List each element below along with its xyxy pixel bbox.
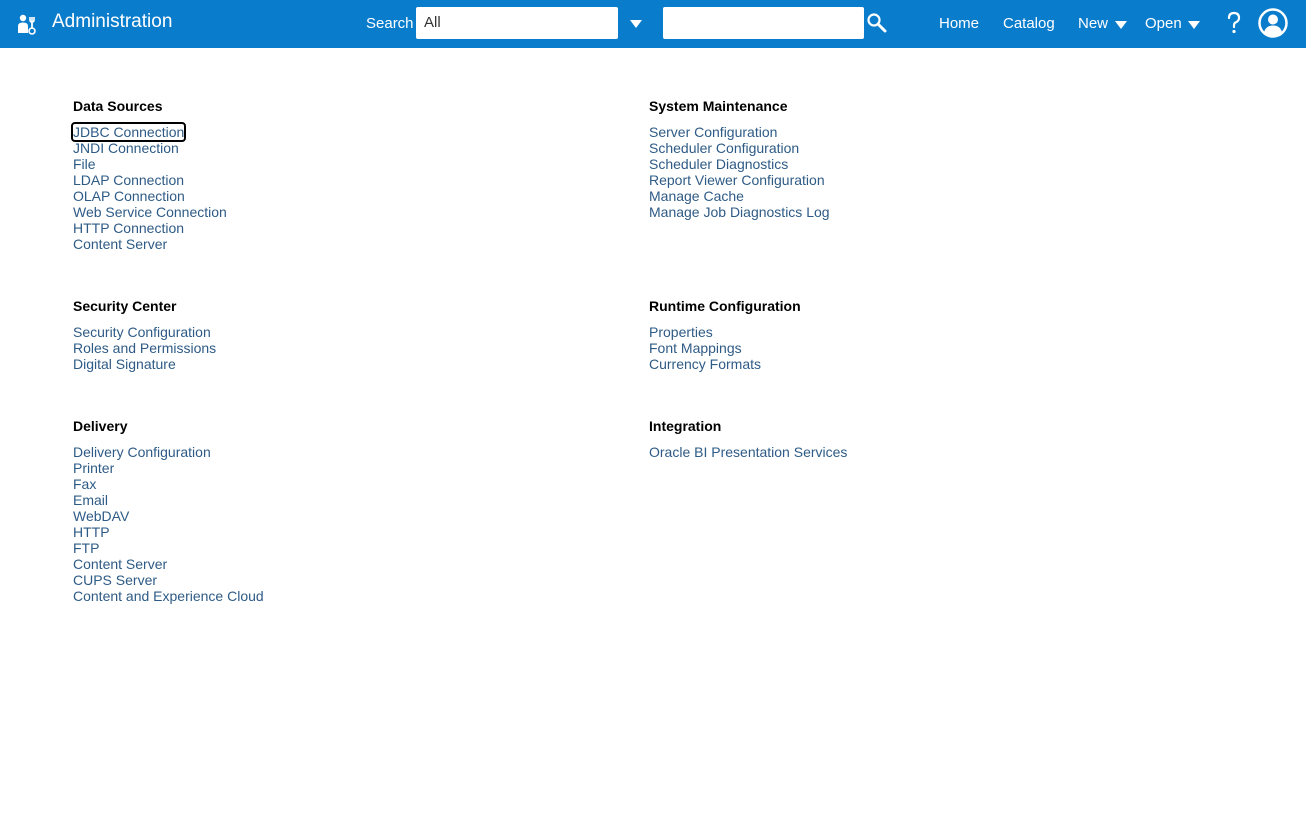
link-olap-connection[interactable]: OLAP Connection	[73, 188, 185, 204]
section-heading: Runtime Configuration	[649, 298, 801, 314]
nav-open[interactable]: Open	[1145, 16, 1182, 32]
link-oracle-bi-presentation-services[interactable]: Oracle BI Presentation Services	[649, 444, 847, 460]
link-fax[interactable]: Fax	[73, 476, 96, 492]
link-content-server[interactable]: Content Server	[73, 236, 167, 252]
link-server-configuration[interactable]: Server Configuration	[649, 124, 777, 140]
section-data-sources: Data Sources JDBC Connection JNDI Connec…	[70, 98, 593, 252]
link-http-connection[interactable]: HTTP Connection	[73, 220, 184, 236]
link-ldap-connection[interactable]: LDAP Connection	[73, 172, 184, 188]
chevron-down-icon[interactable]	[627, 16, 645, 32]
link-digital-signature[interactable]: Digital Signature	[73, 356, 176, 372]
chevron-down-icon[interactable]	[1115, 20, 1127, 30]
top-navigation-bar: Administration Search All Home Catalog N…	[0, 0, 1306, 48]
section-integration: Integration Oracle BI Presentation Servi…	[649, 418, 1169, 460]
link-scheduler-configuration[interactable]: Scheduler Configuration	[649, 140, 799, 156]
link-file[interactable]: File	[73, 156, 96, 172]
link-security-configuration[interactable]: Security Configuration	[73, 324, 211, 340]
link-list: JDBC Connection JNDI Connection File LDA…	[70, 122, 593, 252]
section-heading: Delivery	[73, 418, 128, 434]
link-report-viewer-configuration[interactable]: Report Viewer Configuration	[649, 172, 825, 188]
section-delivery: Delivery Delivery Configuration Printer …	[73, 418, 593, 604]
link-webdav[interactable]: WebDAV	[73, 508, 129, 524]
section-system-maintenance: System Maintenance Server Configuration …	[649, 98, 1169, 220]
link-currency-formats[interactable]: Currency Formats	[649, 356, 761, 372]
link-properties[interactable]: Properties	[649, 324, 713, 340]
link-font-mappings[interactable]: Font Mappings	[649, 340, 742, 356]
link-content-server[interactable]: Content Server	[73, 556, 167, 572]
link-roles-and-permissions[interactable]: Roles and Permissions	[73, 340, 216, 356]
link-manage-job-diagnostics-log[interactable]: Manage Job Diagnostics Log	[649, 204, 830, 220]
section-heading: Integration	[649, 418, 722, 434]
chevron-down-icon[interactable]	[1188, 20, 1200, 30]
section-runtime-configuration: Runtime Configuration Properties Font Ma…	[649, 298, 1169, 372]
user-avatar-icon[interactable]	[1258, 8, 1288, 38]
search-icon[interactable]	[866, 12, 888, 34]
nav-home[interactable]: Home	[939, 16, 979, 32]
link-delivery-configuration[interactable]: Delivery Configuration	[73, 444, 211, 460]
link-manage-cache[interactable]: Manage Cache	[649, 188, 744, 204]
nav-catalog[interactable]: Catalog	[1003, 16, 1055, 32]
search-label: Search	[366, 15, 414, 32]
link-list: Properties Font Mappings Currency Format…	[649, 324, 1169, 372]
section-heading: Data Sources	[73, 98, 163, 114]
link-list: Server Configuration Scheduler Configura…	[649, 124, 1169, 220]
link-printer[interactable]: Printer	[73, 460, 114, 476]
link-scheduler-diagnostics[interactable]: Scheduler Diagnostics	[649, 156, 788, 172]
section-heading: Security Center	[73, 298, 177, 314]
admin-tools-icon	[18, 14, 36, 35]
nav-new[interactable]: New	[1078, 16, 1108, 32]
link-ftp[interactable]: FTP	[73, 540, 99, 556]
link-web-service-connection[interactable]: Web Service Connection	[73, 204, 227, 220]
link-email[interactable]: Email	[73, 492, 108, 508]
link-cups-server[interactable]: CUPS Server	[73, 572, 157, 588]
link-jdbc-connection[interactable]: JDBC Connection	[70, 122, 187, 142]
search-input[interactable]	[663, 7, 864, 39]
link-http[interactable]: HTTP	[73, 524, 110, 540]
section-security-center: Security Center Security Configuration R…	[73, 298, 593, 372]
search-scope-select[interactable]: All	[416, 7, 618, 39]
page-title: Administration	[52, 11, 173, 32]
link-list: Delivery Configuration Printer Fax Email…	[73, 444, 593, 604]
help-icon[interactable]	[1226, 11, 1242, 35]
link-list: Oracle BI Presentation Services	[649, 444, 1169, 460]
link-content-and-experience-cloud[interactable]: Content and Experience Cloud	[73, 588, 264, 604]
link-list: Security Configuration Roles and Permiss…	[73, 324, 593, 372]
link-jndi-connection[interactable]: JNDI Connection	[73, 140, 179, 156]
section-heading: System Maintenance	[649, 98, 788, 114]
